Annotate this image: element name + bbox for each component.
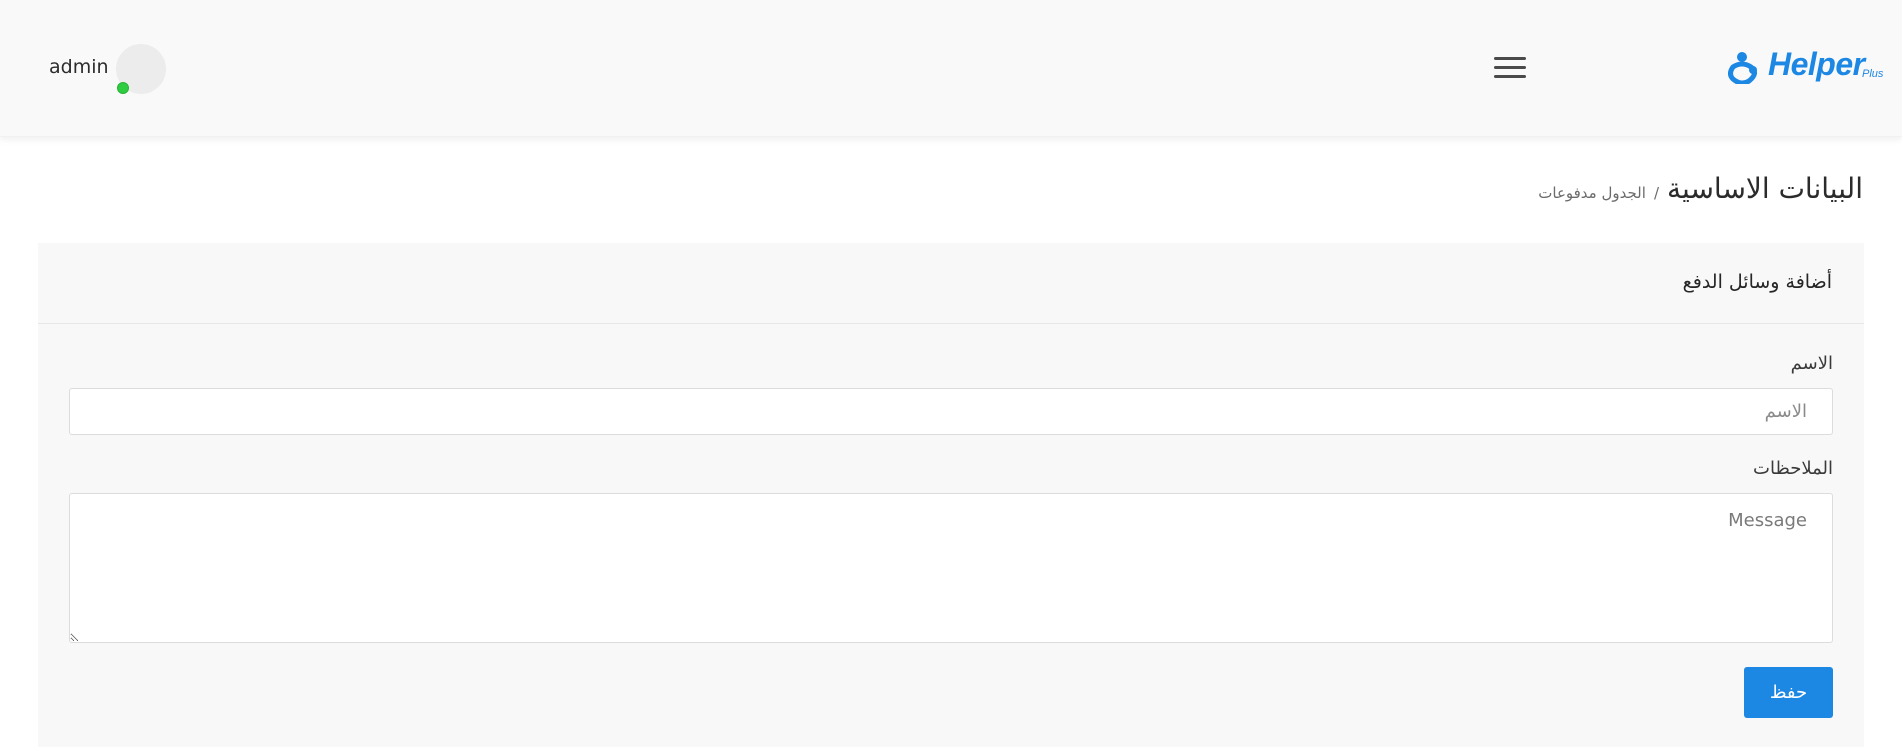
hamburger-menu-icon[interactable] — [1492, 54, 1528, 82]
online-status-indicator — [117, 82, 129, 94]
helper-logo-icon — [1728, 52, 1757, 84]
name-input[interactable] — [69, 388, 1833, 435]
breadcrumb-separator: / — [1653, 184, 1659, 202]
logo-text: Helper — [1768, 46, 1865, 82]
breadcrumb-current[interactable]: الجدول مدفوعات — [1538, 184, 1646, 202]
brand-logo[interactable]: Helper Plus — [1728, 46, 1888, 88]
logo-subtext: Plus — [1862, 68, 1884, 80]
card-header: أضافة وسائل الدفع — [38, 243, 1864, 324]
notes-textarea[interactable] — [69, 493, 1833, 643]
card-title: أضافة وسائل الدفع — [1682, 271, 1832, 293]
user-name[interactable]: admin — [49, 56, 109, 78]
top-navbar: admin Helper Plus — [0, 0, 1902, 137]
save-button[interactable]: حفظ — [1744, 667, 1833, 718]
notes-label: الملاحظات — [1753, 458, 1833, 479]
breadcrumb: البيانات الاساسية / الجدول مدفوعات — [1538, 172, 1863, 205]
name-label: الاسم — [1790, 353, 1833, 374]
add-payment-method-card: أضافة وسائل الدفع الاسم الملاحظات حفظ — [38, 243, 1864, 747]
page-title: البيانات الاساسية — [1667, 172, 1863, 205]
